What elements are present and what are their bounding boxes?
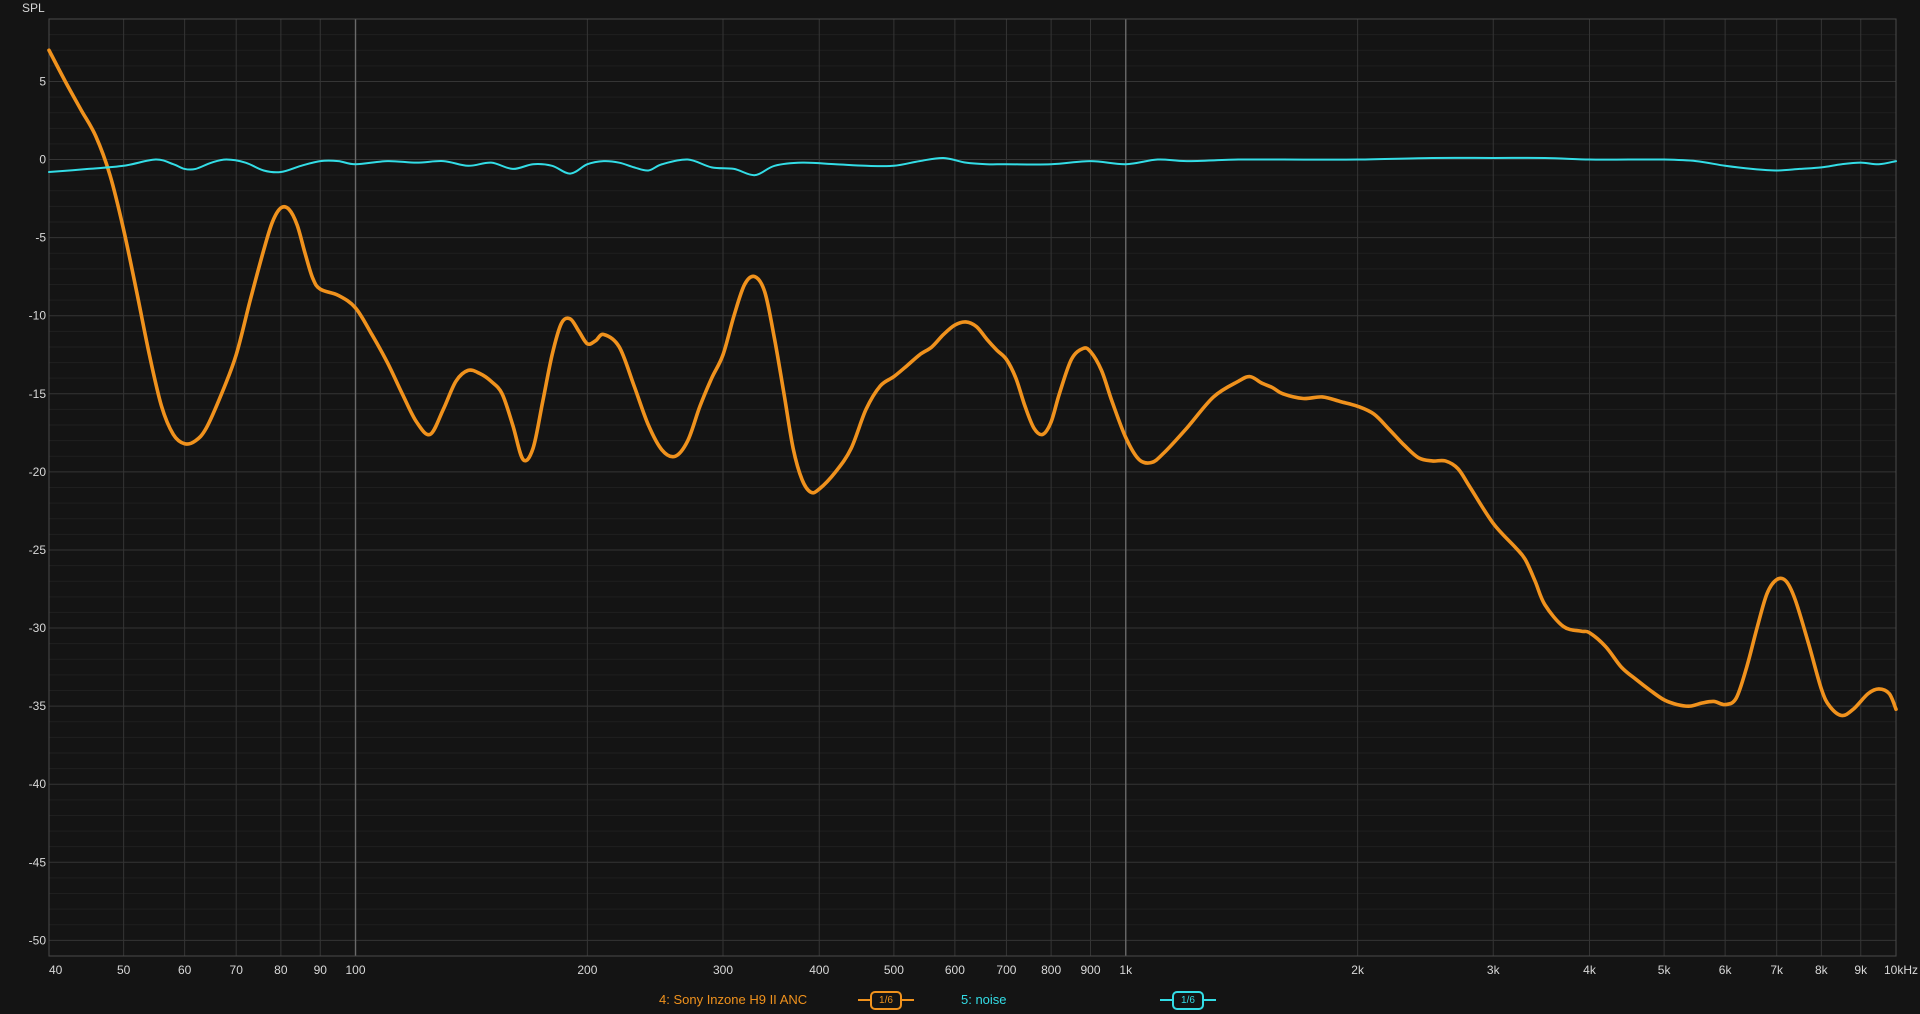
- smoothing-value-noise: 1/6: [1172, 991, 1204, 1010]
- y-tick-label: -45: [29, 855, 47, 869]
- series-layer: [47, 48, 1898, 718]
- x-tick-label: 3k: [1487, 963, 1501, 977]
- x-tick-label: 400: [809, 963, 829, 977]
- smoothing-badge-noise[interactable]: 1/6: [1160, 990, 1216, 1010]
- x-tick-label: 500: [884, 963, 904, 977]
- legend-series-noise-label[interactable]: 5: noise: [961, 992, 1007, 1007]
- x-tick-label: 800: [1041, 963, 1061, 977]
- x-tick-label: 40: [49, 963, 63, 977]
- legend-series-sony-label[interactable]: 4: Sony Inzone H9 II ANC: [659, 992, 807, 1007]
- rew-graph-window: 5 0 -5 -10 -15 -20 -25 -30 -35 -40 -45 -50 40 50 60 70…: [0, 0, 1920, 1014]
- y-tick-label: -5: [35, 231, 46, 245]
- y-axis-label: SPL: [22, 1, 45, 15]
- x-tick-label: 8k: [1815, 963, 1829, 977]
- y-tick-label: -20: [29, 465, 47, 479]
- x-tick-label: 1k: [1119, 963, 1133, 977]
- smoothing-badge-sony[interactable]: 1/6: [858, 990, 914, 1010]
- x-tick-label: 70: [230, 963, 244, 977]
- x-tick-label: 10kHz: [1884, 963, 1918, 977]
- x-tick-label: 80: [274, 963, 288, 977]
- y-tick-label: -15: [29, 387, 47, 401]
- spl-chart[interactable]: 50-5-10-15-20-25-30-35-40-45-50 40 50 60 70…: [0, 0, 1920, 1014]
- series-line-sony-inzone: [47, 48, 1898, 718]
- y-tick-label: -50: [29, 933, 47, 947]
- legend: 4: Sony Inzone H9 II ANC 1/6 5: noise 1/…: [0, 984, 1920, 1014]
- x-axis-ticks: 40 50 60 70 80 90 100 200 300 400 500 600 700 800 900 1…: [49, 963, 1918, 977]
- x-tick-label: 700: [996, 963, 1016, 977]
- x-tick-label: 7k: [1770, 963, 1784, 977]
- x-tick-label: 200: [577, 963, 597, 977]
- y-tick-label: 5: [39, 74, 46, 88]
- y-axis-ticks: 5 0 -5 -10 -15 -20 -25 -30 -35 -40 -45 -50: [29, 74, 47, 947]
- x-tick-label: 600: [945, 963, 965, 977]
- y-tick-label: -25: [29, 543, 47, 557]
- y-tick-label: -40: [29, 777, 47, 791]
- x-tick-label: 50: [117, 963, 131, 977]
- x-tick-label: 900: [1080, 963, 1100, 977]
- x-tick-label: 9k: [1854, 963, 1868, 977]
- y-tick-label: 0: [39, 153, 46, 167]
- x-tick-label: 5k: [1658, 963, 1672, 977]
- x-tick-label: 300: [713, 963, 733, 977]
- y-tick-label: -35: [29, 699, 47, 713]
- x-tick-label: 6k: [1719, 963, 1733, 977]
- x-tick-label: 90: [314, 963, 328, 977]
- smoothing-value-sony: 1/6: [870, 991, 902, 1010]
- x-tick-label: 100: [345, 963, 365, 977]
- y-tick-label: -30: [29, 621, 47, 635]
- x-tick-label: 60: [178, 963, 192, 977]
- series-line-noise: [48, 156, 1897, 177]
- x-tick-label: 4k: [1583, 963, 1597, 977]
- y-tick-label: -10: [29, 309, 47, 323]
- x-tick-label: 2k: [1351, 963, 1365, 977]
